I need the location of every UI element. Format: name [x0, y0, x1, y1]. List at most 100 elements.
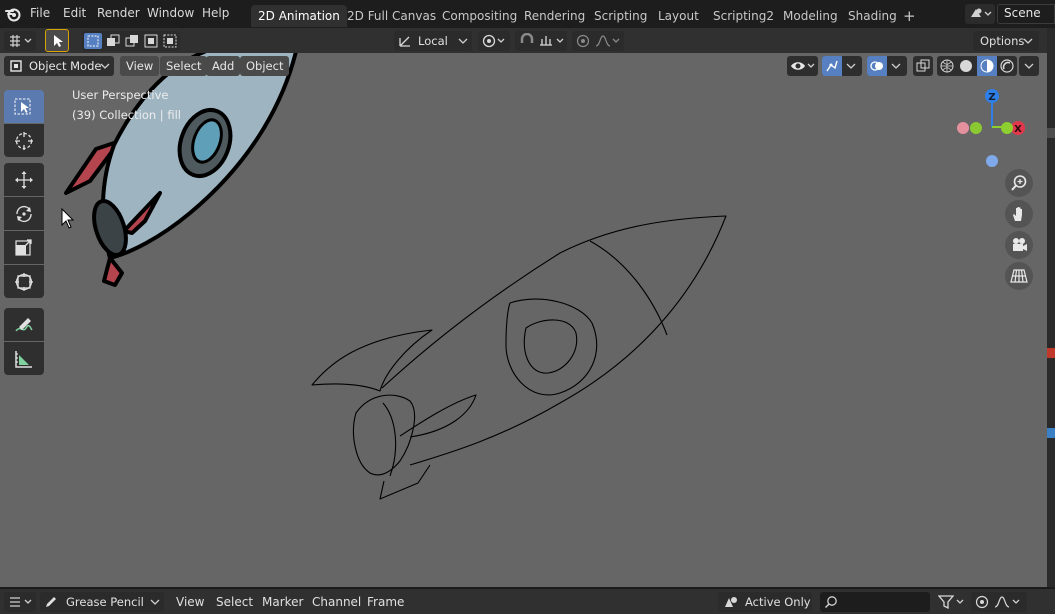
chevron-down-icon: [846, 63, 856, 69]
grease-pencil-label: Grease Pencil: [66, 595, 144, 609]
overlay-toggle-button[interactable]: [867, 56, 887, 76]
viewport-menu-object[interactable]: Object: [240, 56, 290, 76]
add-workspace-button[interactable]: +: [896, 5, 923, 27]
tool-rotate[interactable]: [4, 197, 44, 230]
select-subtract-icon[interactable]: [125, 34, 139, 48]
shading-mode-group: [937, 56, 1017, 76]
transform-orientation-value: Local: [418, 34, 448, 48]
tab-2d-animation[interactable]: 2D Animation: [251, 5, 347, 27]
menu-window[interactable]: Window: [147, 0, 194, 28]
select-tool-button[interactable]: [45, 29, 69, 52]
chevron-down-icon: [891, 63, 901, 69]
tab-layout[interactable]: Layout: [651, 5, 706, 27]
tool-annotate[interactable]: [4, 308, 44, 341]
tool-select-box[interactable]: [4, 90, 44, 123]
material-shading-icon: [980, 59, 994, 73]
pivot-point-dropdown[interactable]: [478, 31, 510, 51]
navigation-gizmo[interactable]: Z X: [950, 85, 1040, 167]
camera-view-button[interactable]: [1005, 231, 1033, 259]
cursor-arrow-icon: [54, 35, 63, 47]
falloff-curve-icon[interactable]: [993, 594, 1023, 610]
rocket-outline-drawing[interactable]: [311, 215, 727, 500]
menu-edit[interactable]: Edit: [63, 0, 86, 28]
tab-shading[interactable]: Shading: [841, 5, 904, 27]
sidebar-tab[interactable]: [1047, 128, 1055, 138]
tool-scale[interactable]: [4, 231, 44, 264]
scene-name-field[interactable]: Scene: [997, 4, 1055, 24]
select-invert-icon[interactable]: [144, 34, 158, 48]
editor-type-button[interactable]: [4, 31, 36, 51]
visibility-dropdown[interactable]: [787, 56, 818, 76]
wireframe-shading-icon[interactable]: [940, 59, 954, 73]
select-new-icon: [87, 35, 99, 47]
channel-search-input[interactable]: [820, 592, 930, 612]
scale-icon: [15, 239, 32, 256]
tab-modeling[interactable]: Modeling: [776, 5, 845, 27]
tab-scripting2[interactable]: Scripting2: [706, 5, 781, 27]
select-box-icon: [14, 98, 31, 115]
timeline-menu-select[interactable]: Select: [216, 589, 253, 614]
proportional-edit-icon[interactable]: [975, 595, 989, 609]
select-new-button[interactable]: [84, 33, 102, 49]
tool-cursor[interactable]: [4, 124, 44, 157]
gizmo-toggle-group[interactable]: [822, 56, 862, 76]
tab-scripting[interactable]: Scripting: [587, 5, 654, 27]
snap-magnet-icon[interactable]: [518, 33, 536, 49]
timeline-menu-view[interactable]: View: [176, 589, 204, 614]
timeline-editor-type-button[interactable]: [4, 592, 36, 612]
scene-name: Scene: [1004, 6, 1041, 20]
viewport-canvas[interactable]: [0, 53, 1047, 587]
overlay-toggle-group[interactable]: [867, 56, 907, 76]
timeline-proportional-group: [971, 592, 1027, 612]
tab-2d-full-canvas[interactable]: 2D Full Canvas: [340, 5, 443, 27]
select-intersect-icon[interactable]: [163, 34, 177, 48]
material-shading-button[interactable]: [977, 56, 997, 76]
gizmo-icon: [826, 60, 838, 72]
menu-render[interactable]: Render: [97, 0, 140, 28]
proportional-edit-icon[interactable]: [576, 34, 590, 48]
selection-mode-group: [82, 31, 180, 51]
scene-selector[interactable]: [965, 4, 995, 24]
tool-move[interactable]: [4, 163, 44, 196]
timeline-menu-channel[interactable]: Channel: [312, 589, 361, 614]
rendered-shading-icon[interactable]: [1000, 59, 1014, 73]
select-extend-icon[interactable]: [106, 34, 120, 48]
options-label: Options: [980, 34, 1025, 48]
sidebar-collapsed-strip[interactable]: [1047, 28, 1055, 587]
shading-options-dropdown[interactable]: [1019, 56, 1039, 76]
viewport-menu-select[interactable]: Select: [160, 56, 208, 76]
chevron-down-icon: [1023, 38, 1033, 44]
timeline-menu-marker[interactable]: Marker: [262, 589, 303, 614]
pan-button[interactable]: [1005, 200, 1033, 228]
3d-viewport[interactable]: User Perspective (39) Collection | fill: [0, 53, 1047, 587]
blender-logo-icon[interactable]: [5, 6, 21, 22]
grease-pencil-mode-dropdown[interactable]: Grease Pencil: [40, 592, 164, 612]
object-mode-dropdown[interactable]: Object Mode: [4, 56, 114, 76]
rotate-icon: [16, 206, 32, 222]
falloff-curve-icon[interactable]: [594, 33, 622, 49]
eye-icon: [791, 62, 815, 70]
transform-orientation-dropdown[interactable]: Local: [394, 31, 472, 51]
overlay-icon: [870, 61, 883, 71]
filter-dropdown[interactable]: [936, 592, 968, 612]
viewport-menu-view[interactable]: View: [120, 56, 160, 76]
menu-file[interactable]: File: [30, 0, 50, 28]
solid-shading-icon[interactable]: [959, 59, 973, 73]
timeline-header: Grease Pencil View Select Marker Channel…: [0, 588, 1055, 614]
active-only-toggle[interactable]: Active Only: [718, 592, 812, 612]
tool-measure[interactable]: [4, 342, 44, 375]
ortho-toggle-button[interactable]: [1005, 262, 1033, 290]
measure-icon: [15, 351, 32, 368]
xray-toggle-button[interactable]: [913, 56, 933, 76]
active-only-label: Active Only: [745, 595, 811, 609]
options-dropdown[interactable]: Options: [973, 31, 1039, 51]
gizmo-toggle-button[interactable]: [822, 56, 842, 76]
snap-target-icon[interactable]: [538, 33, 566, 49]
zoom-button[interactable]: [1005, 169, 1033, 197]
menu-help[interactable]: Help: [202, 0, 229, 28]
timeline-menu-frame[interactable]: Frame: [367, 589, 404, 614]
viewport-menu-add[interactable]: Add: [206, 56, 241, 76]
tab-rendering[interactable]: Rendering: [517, 5, 592, 27]
tool-transform[interactable]: [4, 265, 44, 298]
tab-compositing[interactable]: Compositing: [435, 5, 524, 27]
